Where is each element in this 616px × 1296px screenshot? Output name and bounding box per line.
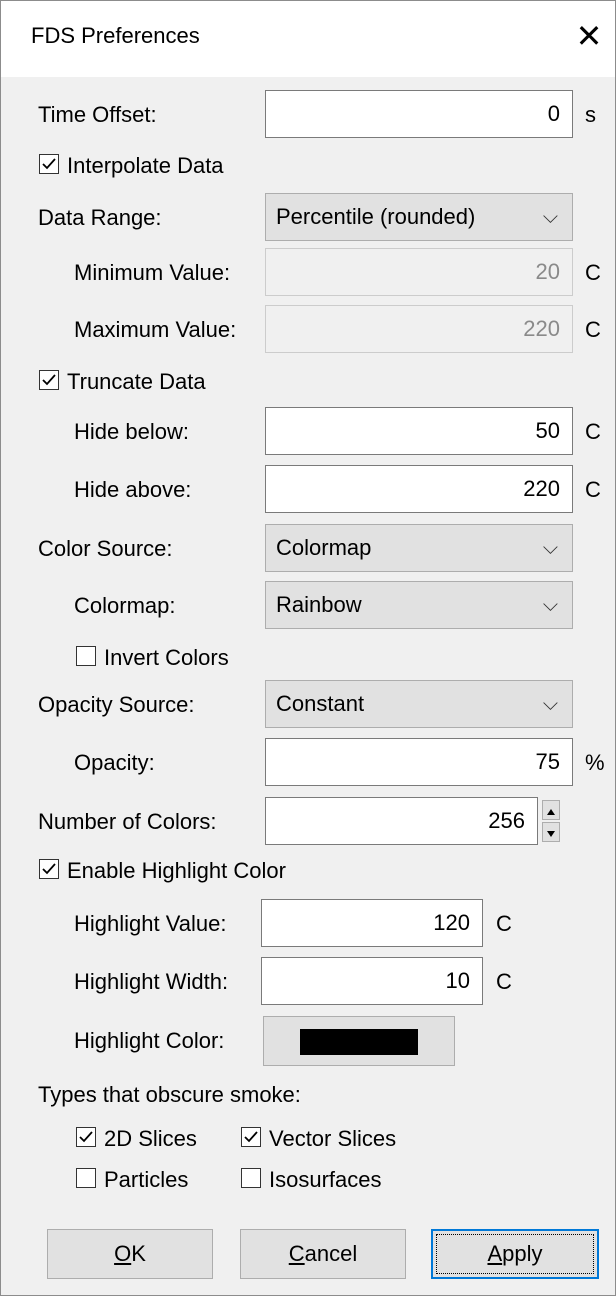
vector-slices-checkbox[interactable] [241, 1127, 261, 1147]
vector-slices-label: Vector Slices [269, 1126, 397, 1151]
colormap-label: Colormap: [74, 593, 176, 618]
particles-label: Particles [104, 1167, 189, 1192]
checkmark-icon [244, 1131, 258, 1143]
checkmark-icon [42, 374, 56, 386]
opacity-label: Opacity: [74, 750, 155, 775]
slices-2d-checkbox[interactable] [76, 1127, 96, 1147]
maximum-value-input: 220 [265, 305, 573, 353]
chevron-down-icon: ⌵ [542, 537, 558, 559]
data-range-label: Data Range: [38, 205, 162, 230]
chevron-down-icon: ⌵ [542, 206, 558, 228]
isosurfaces-checkbox[interactable] [241, 1168, 261, 1188]
color-source-value: Colormap [276, 535, 372, 560]
color-source-select[interactable]: Colormap ⌵ [265, 524, 573, 572]
highlight-value-unit: C [496, 911, 512, 936]
number-of-colors-label: Number of Colors: [38, 809, 217, 834]
opacity-unit: % [585, 750, 605, 775]
highlight-value-label: Highlight Value: [74, 911, 227, 936]
hide-above-label: Hide above: [74, 477, 192, 502]
obscure-heading: Types that obscure smoke: [38, 1082, 301, 1107]
title-bar: FDS Preferences ✕ [1, 1, 615, 77]
cancel-button[interactable]: Cancel [240, 1229, 406, 1279]
colormap-value: Rainbow [276, 592, 362, 617]
interpolate-data-label: Interpolate Data [67, 153, 224, 178]
checkmark-icon [79, 1131, 93, 1143]
hide-above-input[interactable]: 220 [265, 465, 573, 513]
window-title: FDS Preferences [31, 23, 200, 48]
highlight-color-button[interactable] [263, 1016, 455, 1066]
opacity-source-label: Opacity Source: [38, 692, 195, 717]
opacity-source-value: Constant [276, 691, 365, 716]
maximum-value-label: Maximum Value: [74, 317, 237, 342]
spin-up-button[interactable] [542, 800, 560, 820]
checkmark-icon [42, 158, 56, 170]
minimum-value-input: 20 [265, 248, 573, 296]
apply-button[interactable]: Apply [431, 1229, 599, 1279]
minimum-value-unit: C [585, 260, 601, 285]
hide-below-input[interactable]: 50 [265, 407, 573, 455]
chevron-down-icon: ⌵ [542, 693, 558, 715]
focus-rect [436, 1234, 594, 1274]
hide-below-unit: C [585, 419, 601, 444]
enable-highlight-checkbox[interactable] [39, 859, 59, 879]
hide-above-unit: C [585, 477, 601, 502]
spin-down-button[interactable] [542, 822, 560, 842]
time-offset-unit: s [585, 102, 596, 127]
highlight-width-label: Highlight Width: [74, 969, 229, 994]
highlight-color-swatch [300, 1029, 418, 1055]
color-source-label: Color Source: [38, 536, 173, 561]
isosurfaces-label: Isosurfaces [269, 1167, 382, 1192]
time-offset-input[interactable]: 0 [265, 90, 573, 138]
hide-below-label: Hide below: [74, 419, 189, 444]
enable-highlight-label: Enable Highlight Color [67, 858, 286, 883]
chevron-down-icon: ⌵ [542, 594, 558, 616]
slices-2d-label: 2D Slices [104, 1126, 197, 1151]
data-range-select[interactable]: Percentile (rounded) ⌵ [265, 193, 573, 241]
truncate-data-checkbox[interactable] [39, 370, 59, 390]
opacity-input[interactable]: 75 [265, 738, 573, 786]
highlight-value-input[interactable]: 120 [261, 899, 483, 947]
invert-colors-checkbox[interactable] [76, 646, 96, 666]
highlight-width-unit: C [496, 969, 512, 994]
ok-button[interactable]: OK [47, 1229, 213, 1279]
checkmark-icon [42, 863, 56, 875]
colormap-select[interactable]: Rainbow ⌵ [265, 581, 573, 629]
dialog-window: FDS Preferences ✕ Time Offset: 0 s Inter… [0, 0, 616, 1296]
truncate-data-label: Truncate Data [67, 369, 206, 394]
close-icon[interactable]: ✕ [574, 19, 604, 53]
maximum-value-unit: C [585, 317, 601, 342]
interpolate-data-checkbox[interactable] [39, 154, 59, 174]
triangle-up-icon [547, 809, 555, 815]
minimum-value-label: Minimum Value: [74, 260, 231, 285]
particles-checkbox[interactable] [76, 1168, 96, 1188]
opacity-source-select[interactable]: Constant ⌵ [265, 680, 573, 728]
highlight-width-input[interactable]: 10 [261, 957, 483, 1005]
highlight-color-label: Highlight Color: [74, 1028, 225, 1053]
triangle-down-icon [547, 831, 555, 837]
data-range-value: Percentile (rounded) [276, 204, 476, 229]
time-offset-label: Time Offset: [38, 102, 157, 127]
number-of-colors-input[interactable]: 256 [265, 797, 538, 845]
invert-colors-label: Invert Colors [104, 645, 229, 670]
